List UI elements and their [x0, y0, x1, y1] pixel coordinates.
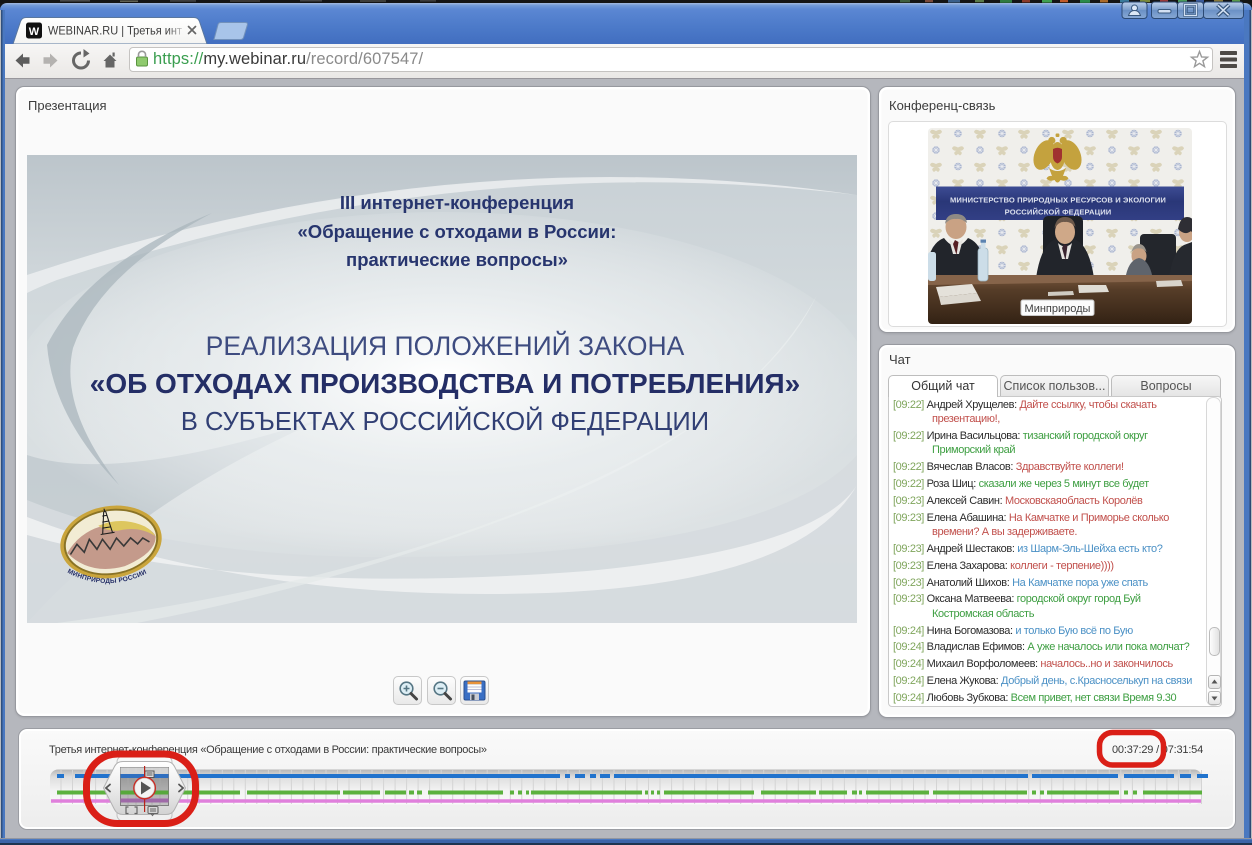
svg-text:В СУБЪЕКТАХ РОССИЙСКОЙ ФЕДЕРАЦ: В СУБЪЕКТАХ РОССИЙСКОЙ ФЕДЕРАЦИИ — [181, 406, 709, 436]
svg-text:W: W — [29, 26, 40, 38]
svg-text:III интернет-конференция: III интернет-конференция — [340, 192, 574, 213]
svg-text:«Обращение с отходами в России: «Обращение с отходами в России: — [298, 221, 617, 242]
svg-text:«ОБ ОТХОДАХ ПРОИЗВОДСТВА И ПОТ: «ОБ ОТХОДАХ ПРОИЗВОДСТВА И ПОТРЕБЛЕНИЯ» — [90, 368, 800, 399]
svg-text:Минприроды: Минприроды — [1025, 303, 1091, 315]
svg-text:РЕАЛИЗАЦИЯ ПОЛОЖЕНИЙ ЗАКОНА: РЕАЛИЗАЦИЯ ПОЛОЖЕНИЙ ЗАКОНА — [206, 331, 685, 361]
svg-text:РОССИЙСКОЙ ФЕДЕРАЦИИ: РОССИЙСКОЙ ФЕДЕРАЦИИ — [1005, 208, 1112, 217]
svg-text:WEBINAR.RU | Третья инт: WEBINAR.RU | Третья инт — [48, 24, 182, 38]
svg-text:практические вопросы»: практические вопросы» — [346, 249, 568, 270]
svg-text:МИНИСТЕРСТВО ПРИРОДНЫХ РЕСУРСО: МИНИСТЕРСТВО ПРИРОДНЫХ РЕСУРСОВ И ЭКОЛОГ… — [950, 196, 1166, 205]
